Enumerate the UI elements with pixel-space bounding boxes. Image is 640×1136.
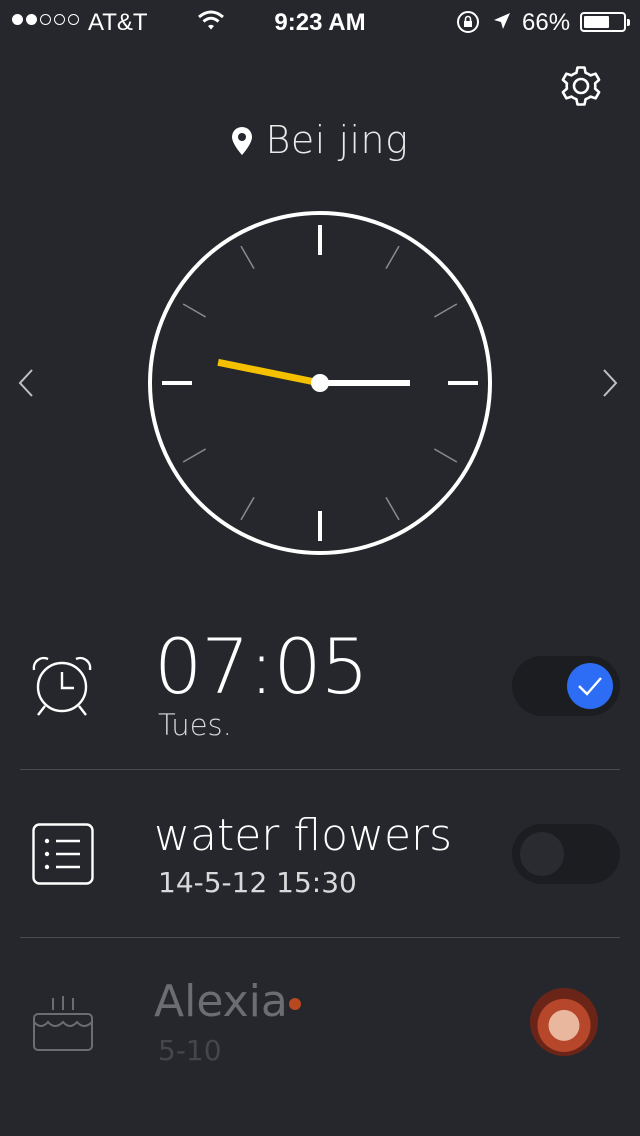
cake-icon	[33, 996, 93, 1051]
status-bar: AT&T 9:23 AM 66%	[0, 0, 640, 44]
analog-clock	[148, 211, 492, 555]
clock-tick	[385, 496, 400, 521]
task-title: water flowers	[154, 810, 453, 861]
task-datetime: 14-5-12 15:30	[158, 866, 357, 899]
location-services-icon	[494, 13, 510, 29]
clock-tick	[240, 245, 255, 270]
map-pin-icon	[231, 127, 252, 155]
location-header[interactable]: Bei jing	[0, 118, 640, 162]
battery-percent: 66%	[522, 9, 571, 36]
alarm-clock-icon	[32, 656, 92, 716]
task-toggle[interactable]	[512, 824, 620, 884]
alarm-time: 07:05	[154, 622, 369, 711]
chevron-right-icon[interactable]	[600, 368, 620, 398]
gear-icon[interactable]	[558, 63, 604, 109]
clock-tick	[182, 303, 207, 318]
alarm-day: Tues.	[158, 708, 232, 742]
checkmark-icon	[578, 677, 602, 696]
clock-tick	[433, 303, 458, 318]
avatar[interactable]	[530, 988, 598, 1056]
clock-center-dot	[311, 374, 329, 392]
toggle-knob	[520, 832, 564, 876]
birthday-name: Alexia	[154, 976, 288, 1027]
clock-tick	[240, 496, 255, 521]
divider	[20, 769, 620, 770]
chevron-left-icon[interactable]	[16, 368, 36, 398]
toggle-knob	[567, 663, 613, 709]
battery-icon	[580, 12, 630, 32]
birthday-date: 5-10	[158, 1034, 222, 1067]
clock-tick	[433, 448, 458, 463]
alarm-toggle[interactable]	[512, 656, 620, 716]
unread-dot	[289, 998, 301, 1010]
hour-hand	[217, 358, 321, 387]
city-name: Bei jing	[265, 118, 409, 162]
list-icon	[32, 823, 94, 885]
clock-tick	[385, 245, 400, 270]
rotation-lock-icon	[457, 11, 479, 33]
clock-tick	[182, 448, 207, 463]
divider	[20, 937, 620, 938]
